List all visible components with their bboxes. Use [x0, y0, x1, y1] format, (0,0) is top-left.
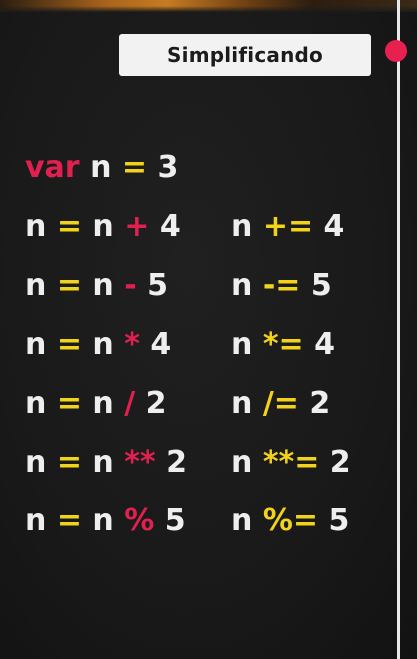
operand-value: 5 [164, 503, 186, 538]
rhs-var: n [92, 386, 114, 421]
title-banner: Simplificando [119, 34, 371, 76]
assign-op: = [56, 445, 82, 480]
compound-op: *= [262, 327, 304, 362]
operand-value: 2 [166, 445, 187, 480]
lhs-var: n [25, 503, 47, 538]
declaration-assign: = [121, 150, 148, 185]
long-form-line: n = n * 4 [25, 330, 171, 360]
short-form-line: n **= 2 [231, 448, 351, 478]
assign-op: = [56, 268, 82, 303]
lhs-var: n [25, 327, 47, 362]
operand-value: 5 [328, 503, 350, 538]
operand-value: 4 [323, 209, 345, 244]
keyword-var: var [25, 150, 80, 185]
lhs-var: n [25, 268, 47, 303]
operand-value: 5 [310, 268, 332, 303]
rhs-var: n [92, 268, 114, 303]
operand-value: 4 [150, 327, 172, 362]
long-form-line: n = n + 4 [25, 212, 181, 242]
lhs-var: n [231, 386, 253, 421]
compound-op: += [262, 209, 314, 244]
lhs-var: n [25, 209, 47, 244]
top-glow-strip [0, 0, 417, 12]
page-title: Simplificando [167, 43, 323, 67]
operand-value: 4 [314, 327, 335, 362]
compound-op: %= [262, 503, 319, 538]
rhs-var: n [92, 503, 114, 538]
lhs-var: n [25, 445, 47, 480]
operand-value: 2 [309, 386, 331, 421]
arith-op: ** [124, 445, 156, 480]
arith-op: + [124, 209, 150, 244]
assign-op: = [56, 327, 82, 362]
declaration-value: 3 [157, 150, 179, 185]
arith-op: * [124, 327, 140, 362]
compound-op: /= [262, 386, 299, 421]
short-form-line: n /= 2 [231, 389, 330, 419]
arith-op: % [124, 503, 155, 538]
short-form-line: n -= 5 [231, 271, 332, 301]
long-form-line: n = n - 5 [25, 271, 168, 301]
operand-value: 4 [159, 209, 181, 244]
rhs-var: n [92, 209, 114, 244]
rhs-var: n [92, 327, 114, 362]
short-form-line: n %= 5 [231, 506, 349, 536]
lhs-var: n [231, 268, 253, 303]
arith-op: / [124, 386, 136, 421]
long-form-line: n = n / 2 [25, 389, 167, 419]
assign-op: = [56, 503, 82, 538]
lhs-var: n [25, 386, 47, 421]
rhs-var: n [92, 445, 114, 480]
short-form-line: n *= 4 [231, 330, 335, 360]
compound-op: **= [262, 445, 320, 480]
lhs-var: n [231, 445, 253, 480]
declaration-var: n [90, 150, 112, 185]
operand-value: 2 [329, 445, 351, 480]
lhs-var: n [231, 209, 253, 244]
operand-value: 2 [145, 386, 167, 421]
progress-line [397, 0, 400, 659]
long-form-line: n = n % 5 [25, 506, 186, 536]
declaration-line: var n = 3 [25, 153, 178, 183]
arith-op: - [124, 268, 137, 303]
progress-dot[interactable] [385, 40, 407, 62]
compound-op: -= [262, 268, 301, 303]
assign-op: = [56, 209, 82, 244]
lhs-var: n [231, 503, 253, 538]
assign-op: = [56, 386, 82, 421]
lhs-var: n [231, 327, 253, 362]
operand-value: 5 [147, 268, 168, 303]
short-form-line: n += 4 [231, 212, 344, 242]
long-form-line: n = n ** 2 [25, 448, 187, 478]
